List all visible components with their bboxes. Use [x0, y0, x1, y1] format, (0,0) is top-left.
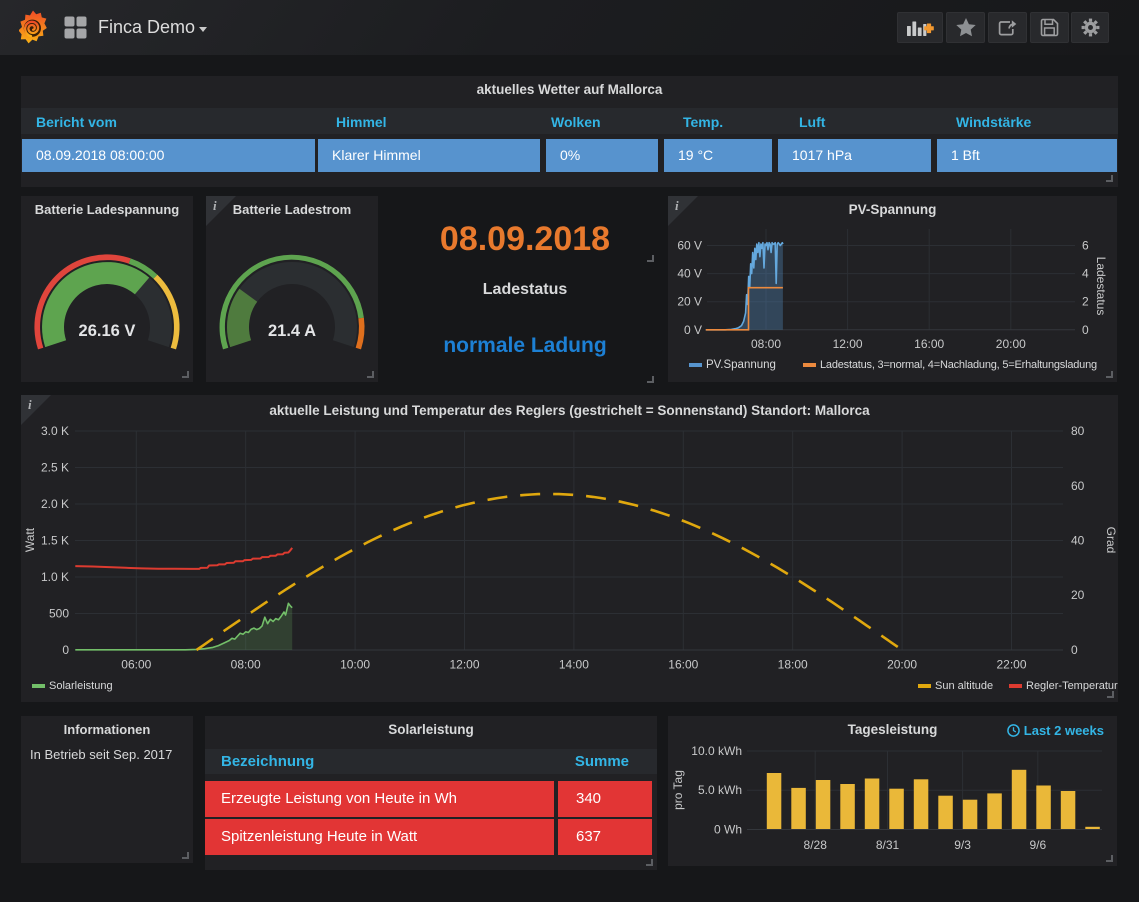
svg-text:06:00: 06:00 [121, 658, 151, 672]
svg-text:0: 0 [1071, 643, 1078, 657]
svg-text:12:00: 12:00 [833, 337, 863, 351]
svg-text:21.4 A: 21.4 A [268, 322, 316, 340]
svg-text:0 V: 0 V [684, 323, 702, 337]
svg-text:0: 0 [62, 643, 69, 657]
svg-text:Watt: Watt [23, 527, 37, 552]
svg-text:12:00: 12:00 [449, 658, 479, 672]
svg-text:10:00: 10:00 [340, 658, 370, 672]
svg-text:Ladestatus, 3=normal, 4=Nachla: Ladestatus, 3=normal, 4=Nachladung, 5=Er… [820, 359, 1097, 371]
svg-text:40 V: 40 V [677, 267, 702, 281]
svg-text:20 V: 20 V [677, 295, 702, 309]
svg-text:20:00: 20:00 [887, 658, 917, 672]
svg-text:2.5 K: 2.5 K [41, 461, 69, 475]
svg-text:0: 0 [1082, 323, 1089, 337]
svg-text:16:00: 16:00 [668, 658, 698, 672]
svg-text:60 V: 60 V [677, 239, 702, 253]
svg-text:1.5 K: 1.5 K [41, 534, 69, 548]
svg-text:18:00: 18:00 [778, 658, 808, 672]
svg-text:5.0 kWh: 5.0 kWh [698, 783, 742, 797]
svg-text:Grad: Grad [1104, 527, 1118, 554]
svg-text:4: 4 [1082, 267, 1089, 281]
svg-text:500: 500 [49, 607, 69, 621]
svg-text:2.0 K: 2.0 K [41, 497, 69, 511]
svg-text:Regler-Temperatur: Regler-Temperatur [1026, 680, 1118, 692]
svg-text:20: 20 [1071, 588, 1085, 602]
svg-text:6: 6 [1082, 239, 1089, 253]
svg-text:9/3: 9/3 [954, 838, 971, 852]
svg-text:08:00: 08:00 [751, 337, 781, 351]
svg-text:Ladestatus: Ladestatus [1094, 257, 1108, 316]
svg-text:2: 2 [1082, 295, 1089, 309]
svg-text:9/6: 9/6 [1029, 838, 1046, 852]
svg-text:16:00: 16:00 [914, 337, 944, 351]
svg-text:80: 80 [1071, 424, 1085, 438]
svg-text:40: 40 [1071, 534, 1085, 548]
svg-text:8/28: 8/28 [804, 838, 828, 852]
svg-text:Solarleistung: Solarleistung [49, 680, 113, 692]
svg-text:Sun altitude: Sun altitude [935, 680, 993, 692]
svg-text:10.0 kWh: 10.0 kWh [691, 744, 742, 758]
svg-text:60: 60 [1071, 479, 1085, 493]
svg-text:3.0 K: 3.0 K [41, 424, 69, 438]
svg-text:22:00: 22:00 [996, 658, 1026, 672]
svg-text:0 Wh: 0 Wh [714, 823, 742, 837]
svg-text:pro Tag: pro Tag [671, 770, 685, 810]
svg-text:20:00: 20:00 [996, 337, 1026, 351]
svg-text:14:00: 14:00 [559, 658, 589, 672]
svg-text:8/31: 8/31 [876, 838, 900, 852]
svg-text:08:00: 08:00 [231, 658, 261, 672]
svg-text:26.16 V: 26.16 V [79, 322, 136, 340]
svg-text:PV.Spannung: PV.Spannung [706, 359, 776, 371]
svg-text:1.0 K: 1.0 K [41, 570, 69, 584]
